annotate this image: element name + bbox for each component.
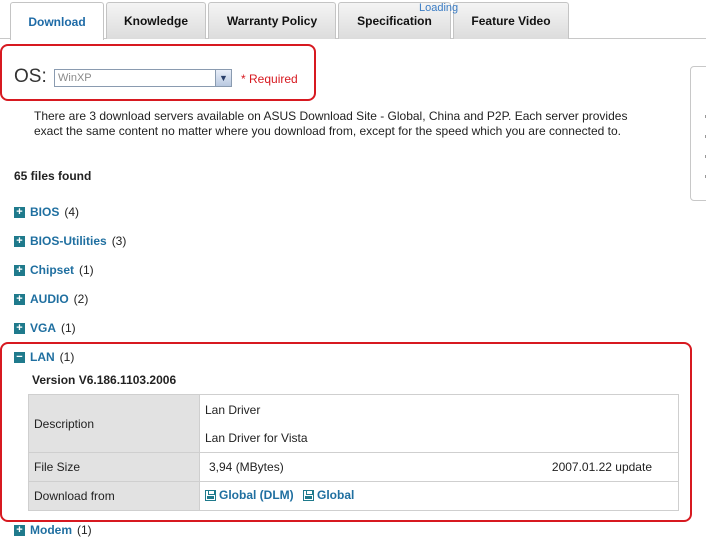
category-count: (3) [111,234,127,248]
os-label: OS: [14,66,47,87]
description-line: Lan Driver for Vista [205,430,308,445]
tab-warranty-policy[interactable]: Warranty Policy [208,2,336,39]
save-disk-icon [205,489,216,501]
category-name[interactable]: AUDIO [30,292,69,306]
category-audio[interactable]: + AUDIO (2) [14,292,88,306]
os-selected-value: WinXP [58,72,92,84]
download-links-cell: Global (DLM) Global [199,481,679,511]
category-count: (1) [61,321,76,335]
download-global-dlm-link[interactable]: Global (DLM) [205,488,294,502]
category-modem[interactable]: + Modem (1) [14,523,92,537]
side-panel [690,66,706,201]
expand-plus-icon[interactable]: + [14,524,25,536]
category-name[interactable]: BIOS [30,205,59,219]
tab-label: Knowledge [123,14,188,28]
category-name[interactable]: Chipset [30,263,74,277]
tab-bar: Download Knowledge Warranty Policy Speci… [0,0,706,40]
category-name[interactable]: VGA [30,321,56,335]
tab-label: Download [28,14,86,29]
description-value: Lan Driver Lan Driver for Vista [199,394,679,453]
category-chipset[interactable]: + Chipset (1) [14,263,94,277]
loading-indicator: Loading [419,2,459,14]
link-label[interactable]: Global [317,488,354,502]
expand-plus-icon[interactable]: + [14,264,25,276]
table-row: Download from Global (DLM) Global [28,481,679,511]
expand-plus-icon[interactable]: + [14,322,25,334]
category-name[interactable]: Modem [30,523,72,537]
chevron-down-icon[interactable]: ▼ [215,70,231,86]
category-lan[interactable]: − LAN (1) [14,350,74,364]
expand-plus-icon[interactable]: + [14,293,25,305]
intro-text: There are 3 download servers available o… [34,109,628,138]
category-count: (1) [77,523,92,537]
os-select[interactable]: WinXP ▼ [54,69,232,87]
tab-download[interactable]: Download [10,2,104,40]
filesize-value: 3,94 (MBytes) [209,460,284,474]
tab-label: Warranty Policy [226,14,318,28]
category-count: (4) [64,205,80,219]
tab-knowledge[interactable]: Knowledge [106,2,206,39]
link-label[interactable]: Global (DLM) [219,488,294,502]
category-name[interactable]: BIOS-Utilities [30,234,107,248]
category-count: (1) [59,350,75,364]
tab-feature-video[interactable]: Feature Video [453,2,569,39]
save-disk-icon [303,489,314,501]
filesize-cell: 3,94 (MBytes) 2007.01.22 update [199,452,679,482]
category-bios[interactable]: + BIOS (4) [14,205,79,219]
category-vga[interactable]: + VGA (1) [14,321,76,335]
category-bios-utilities[interactable]: + BIOS-Utilities (3) [14,234,126,248]
table-row: File Size 3,94 (MBytes) 2007.01.22 updat… [28,452,679,482]
tab-label: Feature Video [471,14,551,28]
download-from-label: Download from [28,481,200,511]
expand-plus-icon[interactable]: + [14,206,25,218]
download-global-link[interactable]: Global [303,488,354,502]
tab-label: Specification [357,14,432,28]
filesize-label: File Size [28,452,200,482]
files-found-count: 65 files found [14,169,92,183]
collapse-minus-icon[interactable]: − [14,351,25,363]
description-line: Lan Driver [205,402,261,417]
update-date: 2007.01.22 update [551,460,652,474]
table-row: Description Lan Driver Lan Driver for Vi… [28,394,679,453]
driver-version: Version V6.186.1103.2006 [32,373,177,387]
description-label: Description [28,394,200,453]
required-note: * Required [241,72,298,86]
category-count: (2) [73,292,89,306]
driver-detail-table: Description Lan Driver Lan Driver for Vi… [28,394,679,511]
category-count: (1) [79,263,94,277]
expand-plus-icon[interactable]: + [14,235,25,247]
category-name[interactable]: LAN [30,350,55,364]
